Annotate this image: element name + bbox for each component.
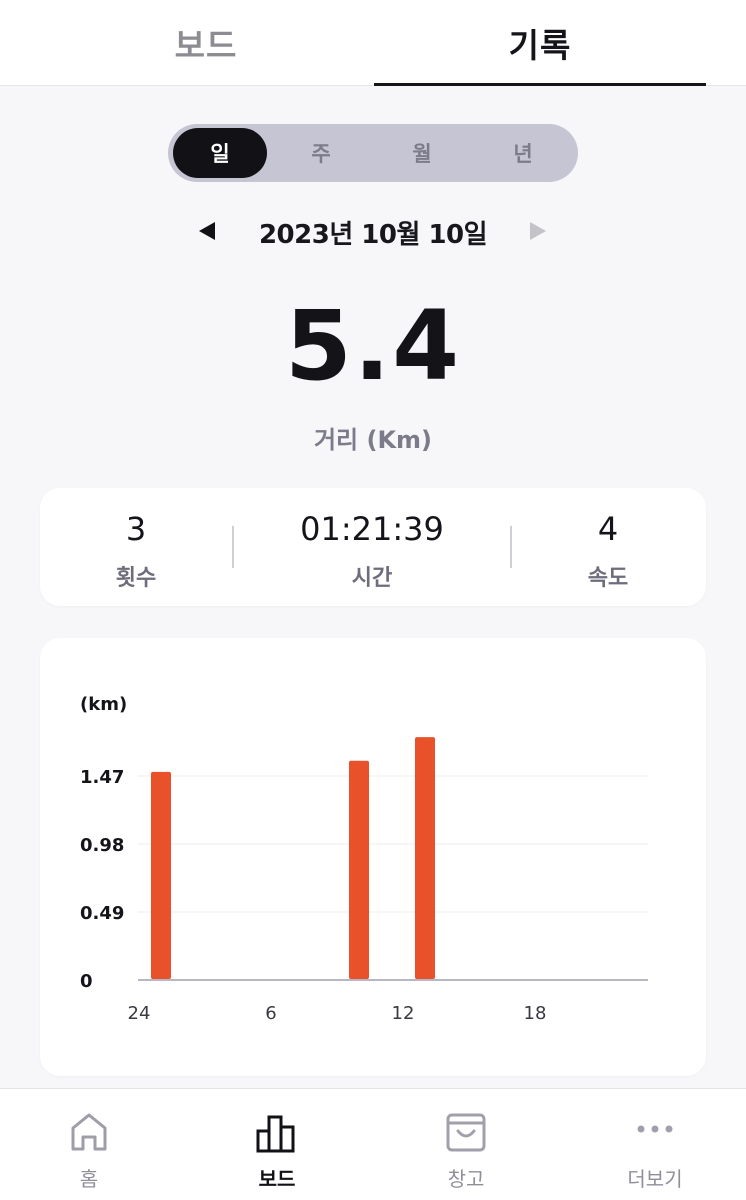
stat-time: 01:21:39 시간: [272, 488, 472, 606]
current-date: 2023년 10월 10일: [258, 220, 488, 250]
more-dots-icon: [637, 1125, 673, 1133]
chart-bar: [151, 771, 171, 979]
stat-speed-label: 속도: [587, 566, 629, 591]
distance-chart-card: (km) 0 0.49 0.98 1.47 24 6 12 18: [40, 638, 706, 1076]
bar-chart-icon: [256, 1115, 295, 1153]
tab-records[interactable]: 기록: [374, 0, 706, 86]
chart-bar: [349, 760, 369, 979]
stat-time-label: 시간: [351, 566, 393, 591]
stat-speed-value: 4: [597, 510, 619, 548]
stat-speed: 4 속도: [508, 488, 708, 606]
period-day-option[interactable]: 일: [173, 128, 267, 178]
bag-icon: [446, 1113, 486, 1152]
nav-more-label: 더보기: [627, 1167, 683, 1191]
stat-count-value: 3: [125, 510, 147, 548]
bottom-navigation: 홈 보드 창고 더보기: [0, 1088, 746, 1200]
stat-time-value: 01:21:39: [300, 510, 444, 548]
tab-board[interactable]: 보드: [40, 0, 372, 86]
total-distance-label: 거리 (Km): [313, 426, 433, 454]
distance-bar-chart: (km) 0 0.49 0.98 1.47 24 6 12 18: [80, 694, 648, 1024]
period-month-option[interactable]: 월: [375, 128, 469, 178]
period-week-option[interactable]: 주: [274, 128, 368, 178]
chart-y-tick-label: 1.47: [80, 767, 124, 788]
chart-y-tick-label: 0.49: [80, 903, 124, 924]
nav-home-label: 홈: [79, 1167, 99, 1191]
chart-y-axis-label: (km): [80, 694, 127, 715]
period-year-option[interactable]: 년: [476, 128, 570, 178]
period-selector: 일 주 월 년: [168, 124, 578, 182]
nav-board[interactable]: 보드: [184, 1089, 370, 1200]
chart-x-tick-label: 18: [524, 1003, 547, 1024]
chart-y-tick-label: 0: [80, 971, 93, 992]
chart-x-tick-label: 24: [128, 1003, 151, 1024]
top-tab-bar: 보드 기록: [0, 0, 746, 86]
nav-more[interactable]: 더보기: [562, 1089, 746, 1200]
nav-board-label: 보드: [258, 1167, 296, 1191]
stat-divider: [232, 526, 234, 568]
chart-bar: [415, 737, 435, 979]
nav-storage-label: 창고: [447, 1167, 485, 1191]
triangle-right-icon[interactable]: [530, 222, 546, 240]
chart-x-tick-label: 12: [392, 1003, 415, 1024]
total-distance-value: 5.4: [284, 290, 462, 402]
home-icon: [71, 1113, 107, 1151]
chart-x-tick-label: 6: [265, 1003, 276, 1024]
date-navigator: 2023년 10월 10일: [0, 210, 746, 254]
chart-y-tick-label: 0.98: [80, 835, 124, 856]
stat-count: 3 횟수: [36, 488, 236, 606]
stats-card: 3 횟수 01:21:39 시간 4 속도: [40, 488, 706, 606]
stat-count-label: 횟수: [115, 566, 157, 591]
triangle-left-icon[interactable]: [199, 222, 215, 240]
nav-home[interactable]: 홈: [0, 1089, 182, 1200]
nav-storage[interactable]: 창고: [373, 1089, 559, 1200]
